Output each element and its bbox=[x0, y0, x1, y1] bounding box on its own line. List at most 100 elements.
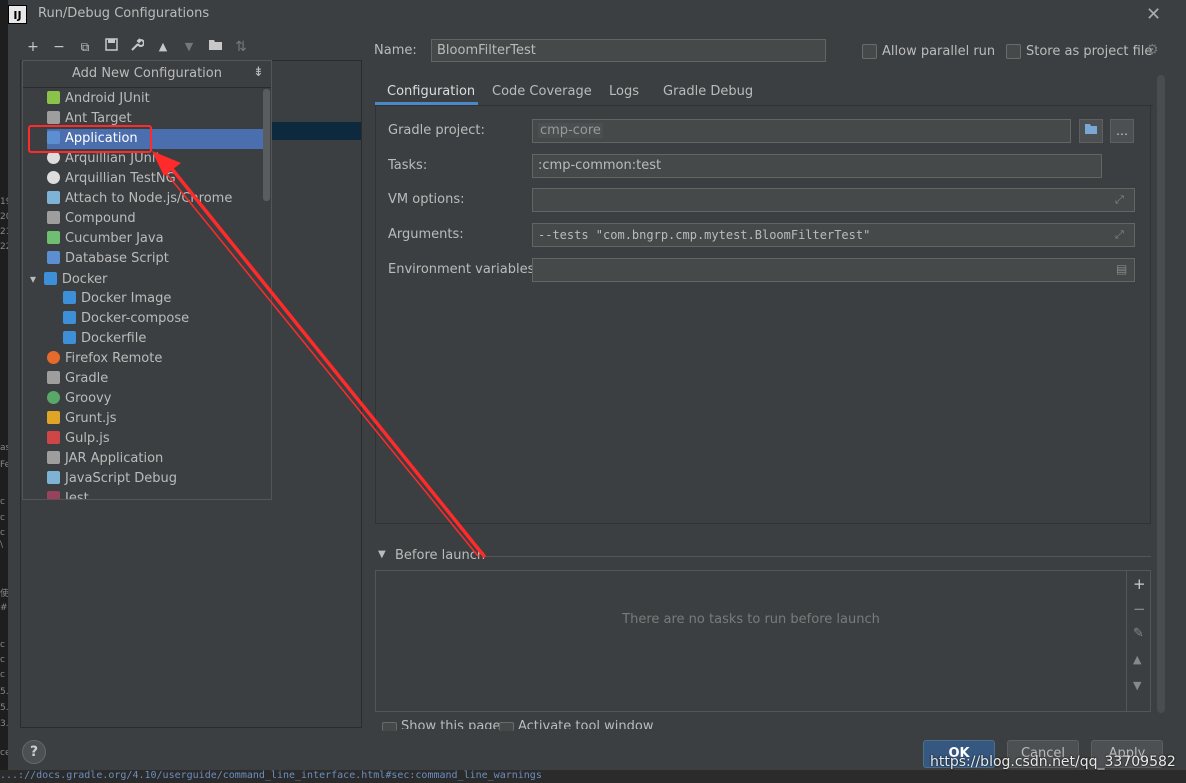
save-icon[interactable] bbox=[102, 38, 120, 56]
configuration-type-item[interactable]: Dockerfile bbox=[63, 329, 263, 349]
remove-icon[interactable]: − bbox=[50, 38, 68, 56]
editor-edge-fragment: c bbox=[0, 640, 5, 650]
before-launch-divider bbox=[485, 556, 1151, 557]
expand-icon[interactable]: ⤢ bbox=[1115, 193, 1124, 207]
gradle-icon bbox=[47, 371, 60, 384]
allow-parallel-checkbox[interactable] bbox=[862, 44, 877, 59]
environment-variables-label: Environment variables: bbox=[388, 262, 539, 277]
tree-selected-row[interactable] bbox=[272, 122, 361, 140]
popup-scrollbar[interactable] bbox=[263, 89, 270, 201]
browse-button[interactable]: … bbox=[1110, 119, 1134, 143]
editor-edge-fragment: c bbox=[0, 655, 5, 665]
store-project-checkbox[interactable] bbox=[1006, 44, 1021, 59]
editor-edge-fragment: c bbox=[0, 497, 5, 507]
before-launch-title[interactable]: Before launch bbox=[395, 548, 485, 563]
window-title: Run/Debug Configurations bbox=[38, 6, 210, 21]
folder-icon[interactable] bbox=[206, 38, 224, 56]
before-launch-task-list[interactable] bbox=[375, 570, 1151, 712]
activate-window-checkbox[interactable] bbox=[499, 722, 514, 731]
editor-edge-fragment: 21 bbox=[0, 227, 8, 237]
document-icon[interactable]: ▤ bbox=[1116, 262, 1127, 276]
show-page-checkbox[interactable] bbox=[382, 722, 397, 731]
editor-edge-fragment: 20 bbox=[0, 212, 8, 222]
configuration-type-label: Docker bbox=[61, 272, 108, 287]
firefox-icon bbox=[47, 351, 60, 364]
before-launch-empty-message: There are no tasks to run before launch bbox=[622, 612, 880, 627]
configuration-type-label: Docker-compose bbox=[81, 311, 190, 326]
editor-edge-fragment: 5. bbox=[0, 703, 8, 713]
move-task-down-icon[interactable]: ▼ bbox=[1133, 679, 1141, 692]
tab-gradle-debug[interactable]: Gradle Debug bbox=[663, 80, 753, 104]
editor-edge-fragment: # bbox=[0, 603, 8, 613]
configuration-type-item[interactable]: Groovy bbox=[47, 389, 263, 409]
configuration-type-item[interactable]: Arquillian TestNG bbox=[47, 169, 263, 189]
configuration-type-item[interactable]: Grunt.js bbox=[47, 409, 263, 429]
configuration-type-item[interactable]: ▾ Docker bbox=[30, 269, 263, 289]
console-link-text[interactable]: ...://docs.gradle.org/4.10/userguide/com… bbox=[0, 770, 542, 781]
editor-edge-fragment: 22 bbox=[0, 242, 8, 252]
editor-edge-fragment: \ bbox=[0, 540, 4, 550]
gradle-project-picker-button[interactable] bbox=[1079, 119, 1103, 143]
name-label: Name: bbox=[374, 43, 417, 58]
name-input[interactable]: BloomFilterTest bbox=[431, 39, 826, 62]
move-down-icon[interactable]: ▼ bbox=[180, 38, 198, 56]
configuration-type-label: Android JUnit bbox=[65, 91, 150, 106]
wrench-icon[interactable] bbox=[128, 38, 146, 56]
editor-edge-fragment: c bbox=[0, 670, 5, 680]
configuration-type-item[interactable]: JavaScript Debug bbox=[47, 469, 263, 489]
right-scrollbar[interactable] bbox=[1157, 75, 1165, 713]
activate-window-label: Activate tool window bbox=[518, 719, 654, 729]
store-project-label: Store as project file bbox=[1026, 44, 1153, 59]
configuration-type-item[interactable]: Attach to Node.js/Chrome bbox=[47, 189, 263, 209]
help-button[interactable]: ? bbox=[22, 740, 46, 764]
configuration-type-item[interactable]: JAR Application bbox=[47, 449, 263, 469]
configuration-type-item[interactable]: Android JUnit bbox=[47, 89, 263, 109]
configuration-type-label: Arquillian JUnit bbox=[65, 151, 161, 166]
configuration-type-item[interactable]: Compound bbox=[47, 209, 263, 229]
configuration-type-item[interactable]: Firefox Remote bbox=[47, 349, 263, 369]
tab-logs[interactable]: Logs bbox=[609, 80, 639, 104]
configuration-type-label: Attach to Node.js/Chrome bbox=[65, 191, 233, 206]
expand-icon[interactable]: ⤢ bbox=[1115, 228, 1124, 242]
add-task-icon[interactable]: + bbox=[1133, 575, 1146, 593]
docker-icon bbox=[63, 331, 76, 344]
configuration-type-label: Groovy bbox=[65, 391, 112, 406]
docker-icon bbox=[63, 311, 76, 324]
configuration-type-item[interactable]: Gulp.js bbox=[47, 429, 263, 449]
ant-icon bbox=[47, 111, 60, 124]
tab-code-coverage[interactable]: Code Coverage bbox=[492, 80, 592, 104]
move-up-icon[interactable]: ▲ bbox=[154, 38, 172, 56]
configuration-type-item[interactable]: Gradle bbox=[47, 369, 263, 389]
sort-icon[interactable]: ⇅ bbox=[232, 38, 250, 56]
editor-edge-fragment: c bbox=[0, 528, 5, 538]
allow-parallel-label: Allow parallel run bbox=[882, 44, 996, 59]
configuration-type-item[interactable]: Docker Image bbox=[63, 289, 263, 309]
configuration-type-label: Ant Target bbox=[65, 111, 132, 126]
configuration-type-item[interactable]: Jest bbox=[47, 489, 263, 500]
gradle-project-input[interactable]: cmp-core bbox=[532, 119, 1071, 143]
vm-options-input[interactable] bbox=[532, 188, 1135, 212]
configuration-type-item[interactable]: Docker-compose bbox=[63, 309, 263, 329]
add-icon[interactable]: + bbox=[24, 38, 42, 56]
remove-task-icon[interactable]: − bbox=[1133, 600, 1146, 618]
close-icon[interactable]: ✕ bbox=[1146, 4, 1161, 25]
gulp-icon bbox=[47, 431, 60, 444]
popup-header: Add New Configuration bbox=[23, 61, 271, 88]
collapse-icon[interactable]: ⇟ bbox=[253, 65, 264, 80]
tab-configuration[interactable]: Configuration bbox=[387, 80, 475, 104]
configuration-type-item[interactable]: Database Script bbox=[47, 249, 263, 269]
editor-edge-fragment: 19 bbox=[0, 197, 8, 207]
edit-task-icon[interactable]: ✎ bbox=[1133, 626, 1144, 641]
arguments-input[interactable]: --tests "com.bngrp.cmp.mytest.BloomFilte… bbox=[532, 223, 1135, 247]
configuration-type-item[interactable]: Cucumber Java bbox=[47, 229, 263, 249]
configuration-type-label: Jest bbox=[65, 491, 89, 500]
js-debug-icon bbox=[47, 471, 60, 484]
gradle-project-value: cmp-core bbox=[538, 123, 603, 138]
gear-icon[interactable]: ⚙ bbox=[1146, 42, 1159, 58]
copy-icon[interactable]: ⧉ bbox=[76, 38, 94, 56]
environment-variables-input[interactable] bbox=[532, 258, 1135, 282]
tasks-input[interactable]: :cmp-common:test bbox=[532, 154, 1102, 178]
move-task-up-icon[interactable]: ▲ bbox=[1133, 653, 1141, 666]
chevron-down-icon[interactable]: ▾ bbox=[30, 272, 40, 286]
before-launch-toggle-icon[interactable]: ▼ bbox=[378, 549, 386, 560]
